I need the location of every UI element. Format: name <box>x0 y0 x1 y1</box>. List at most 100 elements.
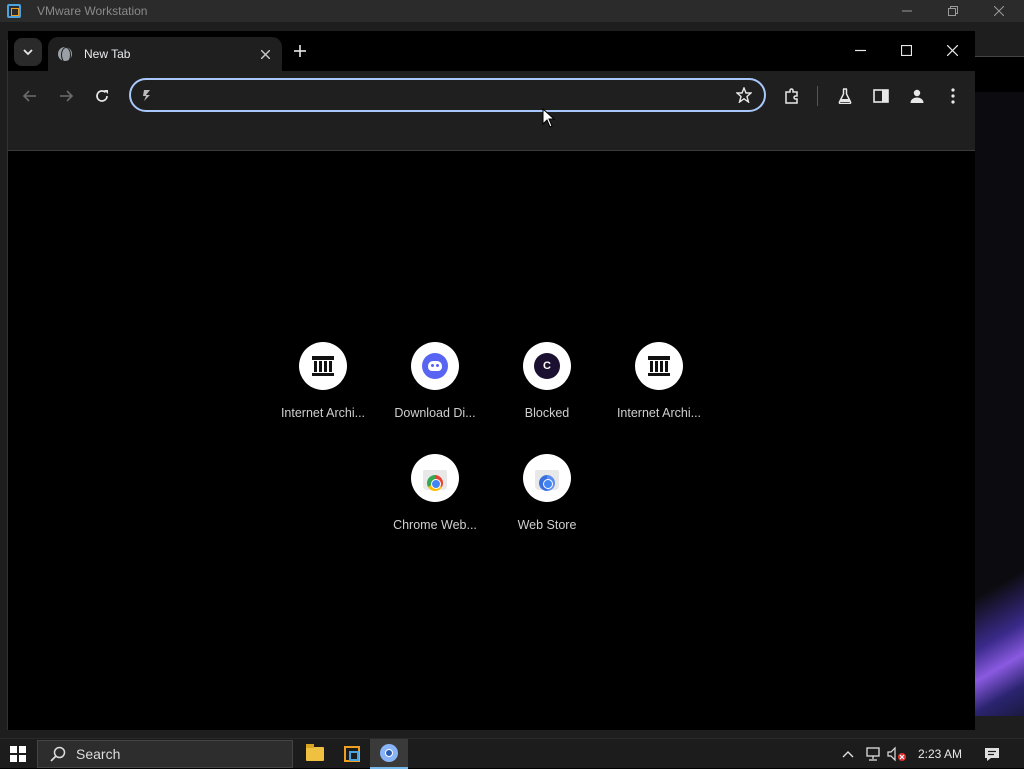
chrome-close-button[interactable] <box>929 31 975 69</box>
shortcut-tile[interactable]: Internet Archi... <box>603 342 715 442</box>
puzzle-icon <box>785 88 798 104</box>
shortcut-label: Internet Archi... <box>280 406 366 420</box>
network-icon <box>866 747 880 761</box>
c-letter-icon: C <box>534 353 560 379</box>
search-label: Search <box>76 746 121 762</box>
shortcut-tile[interactable]: Chrome Web... <box>379 454 491 554</box>
shortcut-label: Blocked <box>524 406 570 420</box>
search-icon <box>50 746 66 762</box>
extensions-button[interactable] <box>778 82 806 110</box>
vmware-side-strip <box>975 56 1024 92</box>
arrow-right-icon <box>60 90 73 102</box>
chrome-minimize-button[interactable] <box>837 31 883 69</box>
minimize-icon <box>902 10 912 12</box>
taskbar-clock[interactable]: 2:23 AM <box>912 739 968 769</box>
search-engine-icon <box>143 90 150 101</box>
shortcut-label: Download Di... <box>394 406 476 420</box>
address-bar[interactable] <box>129 78 766 112</box>
vmware-restore-button[interactable] <box>930 0 976 22</box>
network-button[interactable] <box>864 739 882 769</box>
notification-icon <box>985 747 999 761</box>
tab-title: New Tab <box>84 47 131 61</box>
more-vertical-icon <box>951 88 955 104</box>
shortcut-label: Internet Archi... <box>616 406 702 420</box>
shortcut-icon-circle <box>299 342 347 390</box>
chrome-window: New Tab Internet Archi... Download Di...… <box>8 31 975 730</box>
chevron-down-icon <box>23 48 33 55</box>
maximize-icon <box>900 44 912 56</box>
restore-icon <box>948 6 958 16</box>
discord-icon <box>422 353 448 379</box>
vmware-minimize-button[interactable] <box>884 0 930 22</box>
arrow-left-icon <box>23 90 36 102</box>
notifications-button[interactable] <box>978 739 1006 769</box>
vmware-close-button[interactable] <box>976 0 1022 22</box>
archive-icon <box>312 356 334 376</box>
vmware-title: VMware Workstation <box>37 4 148 18</box>
reload-icon <box>96 90 108 102</box>
forward-button[interactable] <box>52 82 80 110</box>
minimize-icon <box>854 49 866 51</box>
labs-button[interactable] <box>831 82 859 110</box>
chrome-taskbar-button[interactable] <box>370 739 408 769</box>
chrome-icon <box>380 744 398 762</box>
plus-icon <box>294 45 306 57</box>
chevron-up-icon <box>842 751 854 758</box>
browser-toolbar <box>8 71 975 151</box>
shortcut-tile[interactable]: Web Store <box>491 454 603 554</box>
start-button[interactable] <box>0 739 36 769</box>
shortcut-icon-circle <box>635 342 683 390</box>
web-store-icon <box>534 466 560 491</box>
tab-search-button[interactable] <box>14 38 42 66</box>
tab-strip: New Tab <box>8 31 975 71</box>
back-button[interactable] <box>16 82 44 110</box>
bookmark-star-button[interactable] <box>734 85 754 105</box>
tab-new-tab[interactable]: New Tab <box>48 37 282 71</box>
taskbar-search[interactable]: Search <box>37 740 293 768</box>
chrome-maximize-button[interactable] <box>883 31 929 69</box>
tab-close-button[interactable] <box>256 45 274 63</box>
file-explorer-button[interactable] <box>296 739 334 769</box>
shortcut-icon-circle: C <box>523 342 571 390</box>
toolbar-separator <box>817 86 818 106</box>
show-hidden-icons-button[interactable] <box>842 739 854 769</box>
mouse-cursor-icon <box>542 108 556 128</box>
shortcut-label: Chrome Web... <box>393 518 477 532</box>
address-input[interactable] <box>163 85 723 105</box>
side-panel-icon <box>873 89 889 103</box>
star-icon <box>736 87 752 103</box>
wallpaper <box>975 536 1024 716</box>
taskbar: Search 2:23 AM <box>0 738 1024 769</box>
shortcut-icon-circle <box>523 454 571 502</box>
flask-icon <box>838 88 852 104</box>
vmware-logo-icon <box>7 4 21 18</box>
globe-icon <box>58 47 72 63</box>
vmware-left-panel <box>0 40 8 730</box>
close-icon <box>994 6 1004 16</box>
shortcut-tile[interactable]: C Blocked <box>491 342 603 442</box>
shortcut-icon-circle <box>411 342 459 390</box>
shortcut-tile[interactable]: Download Di... <box>379 342 491 442</box>
side-panel-button[interactable] <box>867 82 895 110</box>
new-tab-page: Internet Archi... Download Di... C Block… <box>8 152 975 730</box>
folder-icon <box>306 744 324 761</box>
vmware-icon <box>344 746 360 762</box>
person-icon <box>910 89 924 103</box>
reload-button[interactable] <box>88 82 116 110</box>
new-tab-button[interactable] <box>288 39 312 63</box>
volume-muted-icon <box>887 746 906 762</box>
shortcut-label: Web Store <box>517 518 577 532</box>
windows-logo-icon <box>10 746 26 762</box>
profile-button[interactable] <box>903 82 931 110</box>
close-icon <box>260 49 270 59</box>
vmware-titlebar: VMware Workstation <box>0 0 1024 22</box>
shortcut-tile[interactable]: Internet Archi... <box>267 342 379 442</box>
volume-button[interactable] <box>887 739 907 769</box>
chrome-web-store-icon <box>422 466 448 491</box>
close-icon <box>946 44 958 56</box>
shortcut-icon-circle <box>411 454 459 502</box>
vmware-taskbar-button[interactable] <box>333 739 371 769</box>
menu-button[interactable] <box>939 82 967 110</box>
archive-icon <box>648 356 670 376</box>
vm-desktop-background <box>975 92 1024 716</box>
